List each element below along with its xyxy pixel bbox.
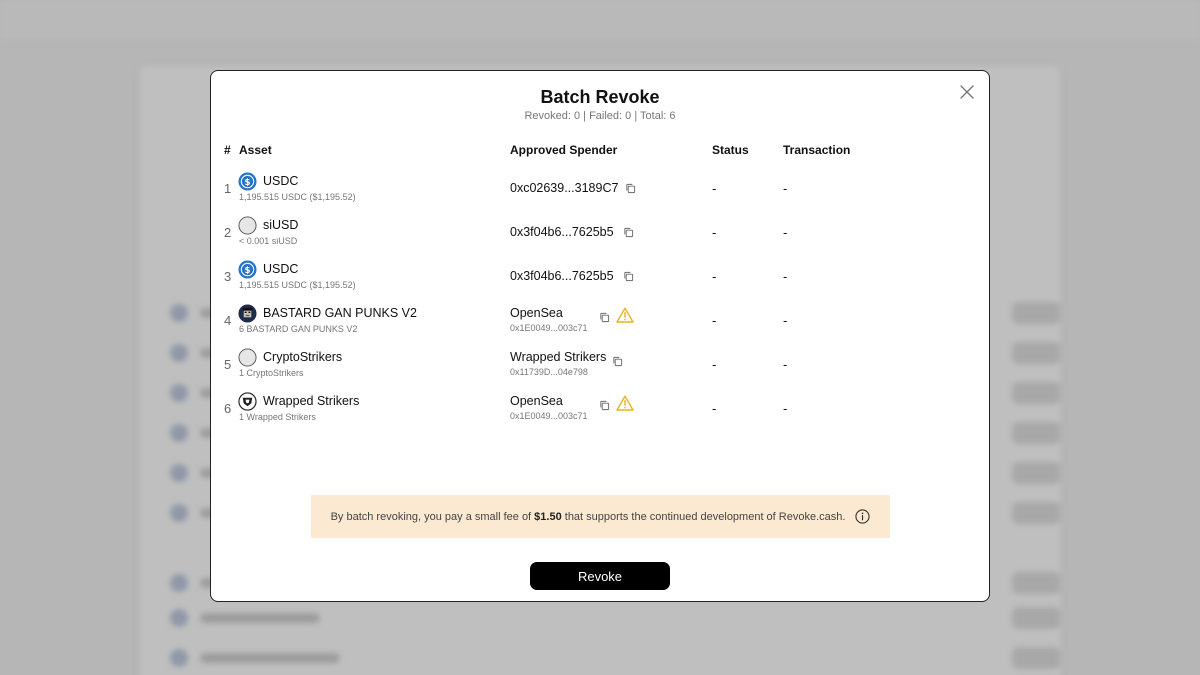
row-index: 5 [224, 357, 232, 372]
table-row: 6 Wrapped Strikers 1 Wrapped Strikers Op… [211, 388, 989, 432]
spender-address[interactable]: 0x3f04b6...7625b5 [510, 225, 614, 239]
column-header-status: Status [712, 143, 749, 157]
column-header-asset: Asset [239, 143, 272, 157]
table-row: 4 BASTARD GAN PUNKS V2 6 BASTARD GAN PUN… [211, 300, 989, 344]
row-index: 2 [224, 225, 232, 240]
warning-icon[interactable] [616, 307, 634, 323]
usdc-icon: $ [238, 260, 257, 279]
close-icon[interactable] [959, 84, 975, 100]
spender-name: OpenSea [510, 394, 563, 408]
batch-revoke-modal: Batch Revoke Revoked: 0 | Failed: 0 | To… [210, 70, 990, 602]
copy-icon[interactable] [612, 356, 623, 367]
row-status: - [712, 225, 717, 240]
warning-icon[interactable] [616, 395, 634, 411]
row-status: - [712, 313, 717, 328]
info-icon[interactable] [855, 509, 871, 524]
revoke-button[interactable]: Revoke [530, 562, 670, 590]
spender-address[interactable]: 0xc02639...3189C7 [510, 181, 618, 195]
asset-name: USDC [263, 262, 299, 276]
row-status: - [712, 269, 717, 284]
fee-amount: $1.50 [534, 510, 562, 523]
copy-icon[interactable] [625, 183, 636, 194]
spender-name: OpenSea [510, 306, 563, 320]
asset-name: siUSD [263, 218, 299, 232]
table-row: 3 $ USDC 1,195.515 USDC ($1,195.52) 0x3f… [211, 256, 989, 300]
asset-detail: 1,195.515 USDC ($1,195.52) [239, 192, 356, 202]
row-status: - [712, 401, 717, 416]
asset-detail: 6 BASTARD GAN PUNKS V2 [239, 324, 358, 334]
spender-name: Wrapped Strikers [510, 350, 607, 364]
spender-address[interactable]: 0x1E0049...003c71 [510, 323, 588, 333]
spender-address[interactable]: 0x1E0049...003c71 [510, 411, 588, 421]
asset-detail: 1 Wrapped Strikers [239, 412, 316, 422]
wrapped-strikers-icon [238, 392, 257, 411]
copy-icon[interactable] [599, 312, 610, 323]
svg-text:$: $ [245, 266, 251, 276]
column-header-spender: Approved Spender [510, 143, 618, 157]
row-index: 3 [224, 269, 232, 284]
row-index: 4 [224, 313, 232, 328]
column-header-transaction: Transaction [783, 143, 851, 157]
placeholder-token-icon [238, 216, 257, 235]
fee-note: By batch revoking, you pay a small fee o… [311, 495, 890, 538]
row-transaction: - [783, 401, 788, 416]
asset-detail: 1,195.515 USDC ($1,195.52) [239, 280, 356, 290]
spender-address[interactable]: 0x11739D...04e798 [510, 367, 588, 377]
row-index: 6 [224, 401, 232, 416]
copy-icon[interactable] [623, 227, 634, 238]
row-transaction: - [783, 181, 788, 196]
table-row: 2 siUSD < 0.001 siUSD 0x3f04b6...7625b5 … [211, 212, 989, 256]
row-transaction: - [783, 313, 788, 328]
table-row: 1 $ USDC 1,195.515 USDC ($1,195.52) 0xc0… [211, 168, 989, 212]
row-transaction: - [783, 357, 788, 372]
row-transaction: - [783, 225, 788, 240]
modal-title: Batch Revoke [540, 87, 660, 107]
asset-detail: < 0.001 siUSD [239, 236, 298, 246]
row-status: - [712, 181, 717, 196]
row-status: - [712, 357, 717, 372]
asset-detail: 1 CryptoStrikers [239, 368, 304, 378]
table-row: 5 CryptoStrikers 1 CryptoStrikers Wrappe… [211, 344, 989, 388]
svg-text:$: $ [245, 178, 251, 188]
spender-address[interactable]: 0x3f04b6...7625b5 [510, 269, 614, 283]
usdc-icon: $ [238, 172, 257, 191]
asset-name: Wrapped Strikers [263, 394, 360, 408]
punk-avatar-icon [238, 304, 257, 323]
asset-name: BASTARD GAN PUNKS V2 [263, 306, 417, 320]
asset-name: USDC [263, 174, 299, 188]
copy-icon[interactable] [599, 400, 610, 411]
fee-note-suffix: that supports the continued development … [561, 510, 846, 523]
placeholder-token-icon [238, 348, 257, 367]
row-transaction: - [783, 269, 788, 284]
row-index: 1 [224, 181, 232, 196]
revoke-summary: Revoked: 0 | Failed: 0 | Total: 6 [524, 110, 676, 122]
fee-note-prefix: By batch revoking, you pay a small fee o… [330, 510, 535, 523]
copy-icon[interactable] [623, 271, 634, 282]
asset-name: CryptoStrikers [263, 350, 343, 364]
column-header-index: # [224, 143, 231, 157]
